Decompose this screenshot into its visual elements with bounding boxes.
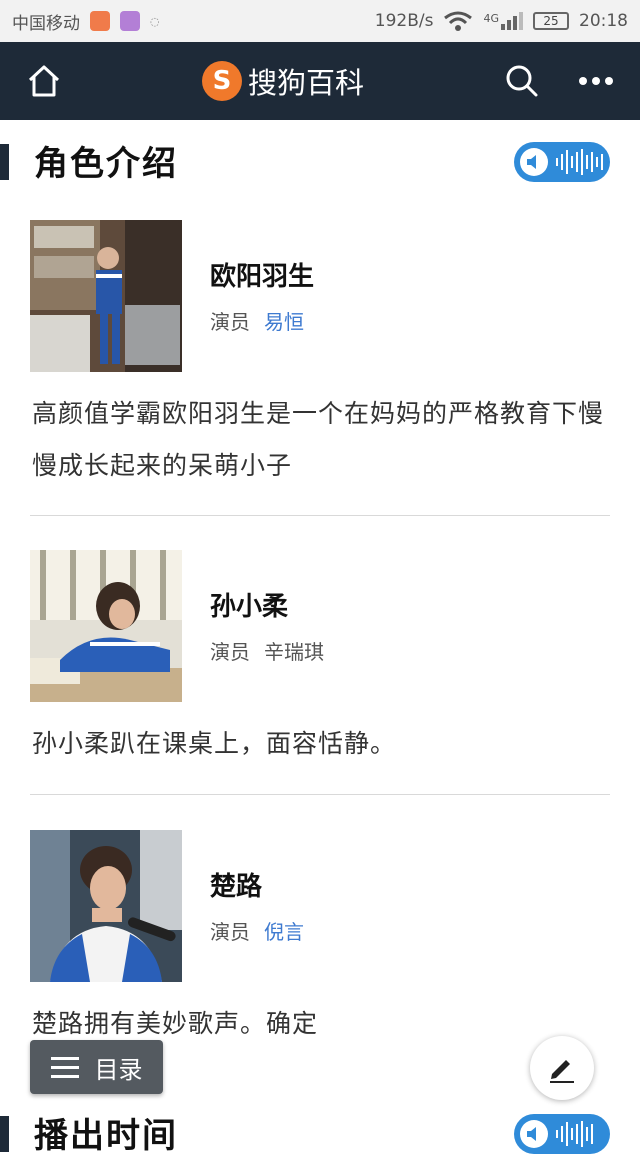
- character-photo[interactable]: [30, 830, 182, 982]
- character-name: 孙小柔: [210, 592, 289, 622]
- actor-label: 演员: [210, 920, 250, 944]
- character-card[interactable]: 孙小柔 演员 辛瑞琪 孙小柔趴在课桌上，面容恬静。: [30, 550, 610, 770]
- network-type: 4G: [483, 12, 499, 25]
- character-description: 孙小柔趴在课桌上，面容恬静。: [32, 729, 397, 758]
- actor-name: 辛瑞琪: [264, 640, 324, 664]
- sound-wave-icon: [556, 149, 603, 175]
- network-speed: 192B/s: [374, 11, 434, 31]
- logo-mark: S: [201, 61, 242, 101]
- toc-label: 目录: [94, 1055, 143, 1084]
- actor-line: 演员 倪言: [210, 916, 304, 945]
- more-button[interactable]: [574, 59, 618, 103]
- menu-icon: [50, 1057, 79, 1078]
- edit-button[interactable]: [530, 1036, 594, 1100]
- status-bar: 中国移动 ◌ 192B/s 4G 25 20:18: [0, 0, 640, 42]
- character-description: 高颜值学霸欧阳羽生是一个在妈妈的严格教育下慢慢成长起来的呆萌小子: [32, 399, 605, 480]
- character-name: 楚路: [210, 872, 263, 902]
- section-marker: [0, 144, 9, 180]
- character-card[interactable]: 楚路 演员 倪言 楚路拥有美妙歌声。确定: [30, 830, 610, 1050]
- search-button[interactable]: [500, 59, 544, 103]
- home-icon: [28, 65, 60, 97]
- section-marker: [0, 1116, 9, 1152]
- battery-icon: 25: [533, 12, 569, 30]
- sound-wave-icon: [556, 1121, 593, 1147]
- app-title: 搜狗百科: [247, 66, 364, 100]
- roles-section-header: 角色介绍: [0, 136, 640, 196]
- character-name: 欧阳羽生: [210, 262, 315, 292]
- section-title: 播出时间: [34, 1116, 178, 1156]
- sogou-baike-logo[interactable]: S 搜狗百科: [201, 60, 364, 102]
- table-of-contents-button[interactable]: 目录: [30, 1040, 163, 1094]
- app-header: S 搜狗百科: [0, 42, 640, 120]
- mail-notification-icon: [90, 11, 110, 31]
- airtime-section-header: 播出时间: [0, 1108, 640, 1168]
- more-icon: [578, 77, 613, 85]
- audio-play-button[interactable]: [514, 142, 610, 182]
- actor-line: 演员 辛瑞琪: [210, 636, 324, 665]
- audio-play-button[interactable]: [514, 1114, 610, 1154]
- actor-label: 演员: [210, 310, 250, 334]
- divider: [30, 794, 610, 795]
- carrier-name: 中国移动: [12, 13, 80, 34]
- wifi-icon: [444, 11, 473, 31]
- search-icon: [506, 65, 538, 97]
- sync-icon: ◌: [150, 14, 160, 28]
- section-title: 角色介绍: [34, 144, 178, 184]
- clock: 20:18: [579, 11, 628, 31]
- character-photo[interactable]: [30, 550, 182, 702]
- gallery-notification-icon: [120, 11, 140, 31]
- speaker-icon: [520, 148, 548, 176]
- pencil-icon: [550, 1060, 574, 1083]
- divider: [30, 515, 610, 516]
- actor-line: 演员 易恒: [210, 306, 304, 335]
- character-photo[interactable]: [30, 220, 182, 372]
- home-button[interactable]: [22, 59, 66, 103]
- signal-icon: 4G: [483, 12, 523, 30]
- actor-link[interactable]: 倪言: [264, 916, 304, 945]
- actor-label: 演员: [210, 640, 250, 664]
- actor-link[interactable]: 易恒: [264, 306, 304, 335]
- speaker-icon: [520, 1120, 548, 1148]
- character-card[interactable]: 欧阳羽生 演员 易恒 高颜值学霸欧阳羽生是一个在妈妈的严格教育下慢慢成长起来的呆…: [30, 220, 610, 500]
